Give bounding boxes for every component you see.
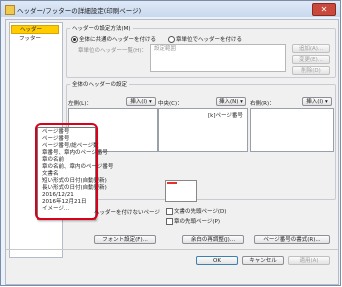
common-header-label: 全体のヘッダーの設定 — [70, 80, 130, 88]
menu-item-page-total[interactable]: ページ番号/総ページ数 — [39, 143, 99, 150]
checkbox-chapter-first-page[interactable] — [166, 218, 173, 225]
right-header-editbox[interactable] — [250, 108, 334, 152]
menu-item-short-date[interactable]: 短い形式の日付(自動更新) — [39, 178, 107, 185]
right-label: 右側(R)： — [250, 101, 275, 107]
radio-common-header-label[interactable]: 全体に共通のヘッダーを付ける — [79, 35, 156, 43]
edit-button[interactable]: 変更(E)... — [292, 55, 330, 64]
menu-item-document-name[interactable]: 文書名 — [39, 171, 59, 178]
menu-item-page-number[interactable]: ページ番号 — [39, 129, 69, 136]
dialog-window: ヘッダー/フッターの詳細設定(印刷ページ) ✕ ヘッダー フッター ヘッダーの設… — [0, 0, 341, 286]
center-header-value: [k]ページ番号 — [208, 113, 243, 119]
window-title: ヘッダー/フッターの詳細設定(印刷ページ) — [17, 7, 142, 15]
insert-right-button[interactable]: 挿入(I) ▾ — [302, 97, 332, 106]
apply-button[interactable]: 適用(A) — [288, 256, 330, 265]
title-bar[interactable]: ヘッダー/フッターの詳細設定(印刷ページ) ✕ — [1, 1, 340, 17]
menu-item-date-slash[interactable]: 2016/12/21 — [39, 192, 74, 199]
font-settings-button[interactable]: フォント設定(F)... — [94, 235, 156, 244]
page-number-format-button[interactable]: ページ番号の書式(R)... — [254, 235, 330, 244]
insert-center-button[interactable]: 挿入(N) ▾ — [216, 97, 246, 106]
menu-item-long-date[interactable]: 長い形式の日付(自動更新) — [39, 185, 107, 192]
sidebar-item-footer[interactable]: フッター — [11, 35, 59, 44]
menu-item-chapter-name[interactable]: 章の名前 — [39, 157, 64, 164]
app-icon — [5, 5, 15, 15]
sidebar-item-header[interactable]: ヘッダー — [11, 25, 59, 34]
insert-left-button[interactable]: 挿入(I) ▾ — [126, 97, 156, 106]
chapter-header-list-label: 章単位のヘッダー一覧(H)： — [78, 48, 147, 54]
margin-adjust-button[interactable]: 余白の再調整(J)... — [182, 235, 244, 244]
left-label: 左側(L)： — [68, 101, 92, 107]
menu-item-page-number-alt[interactable]: ページ番号 — [39, 136, 69, 143]
checkbox-first-page-label[interactable]: 文書の先頭ページ(D) — [174, 207, 226, 215]
separator — [6, 249, 338, 250]
ok-button[interactable]: OK — [196, 256, 238, 265]
no-header-pages-label: ヘッダーを付けないページ — [94, 210, 160, 216]
header-method-label: ヘッダーの設定方法(M) — [70, 24, 133, 32]
delete-button[interactable]: 削除(D) — [292, 66, 330, 75]
checkbox-chapter-first-page-label[interactable]: 章の先頭ページ(P) — [174, 217, 220, 225]
radio-common-header[interactable] — [71, 36, 78, 43]
menu-item-image[interactable]: イメージ... — [39, 206, 69, 213]
insert-dropdown-menu: ページ番号 ページ番号 ページ番号/総ページ数 章番号、章内のページ番号 章の名… — [37, 127, 113, 220]
preview-header-band — [167, 182, 177, 184]
checkbox-first-page[interactable] — [166, 208, 173, 215]
center-label: 中央(C)： — [158, 101, 183, 107]
radio-chapter-header[interactable] — [168, 36, 175, 43]
cancel-button[interactable]: キャンセル — [242, 256, 284, 265]
menu-item-date-kanji[interactable]: 2016年12月21日 — [39, 199, 87, 206]
chapter-header-list[interactable]: 設定範囲 — [150, 44, 286, 72]
menu-item-chapter-page[interactable]: 章番号、章内のページ番号 — [39, 150, 108, 157]
close-button[interactable]: ✕ — [312, 3, 336, 16]
menu-item-chapter-name-page[interactable]: 章の名前、章内のページ番号 — [39, 164, 113, 171]
header-preview-thumbnail — [165, 180, 197, 202]
dialog-client: ヘッダー フッター ヘッダーの設定方法(M) 全体に共通のヘッダーを付ける 章単… — [5, 19, 339, 285]
radio-chapter-header-label[interactable]: 章単位でヘッダーを付ける — [176, 35, 242, 43]
add-button[interactable]: 追加(A)... — [292, 44, 330, 53]
